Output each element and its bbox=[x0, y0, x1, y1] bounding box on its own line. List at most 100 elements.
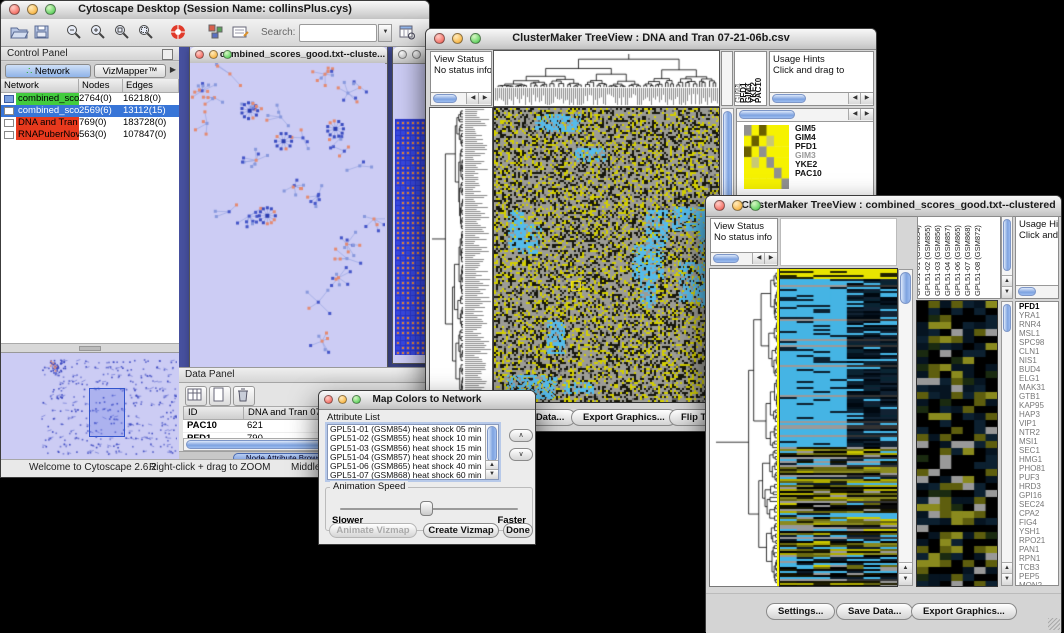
zoom-out-icon[interactable] bbox=[65, 23, 87, 43]
birdseye-view[interactable] bbox=[1, 352, 179, 463]
animate-vizmap-button[interactable]: Animate Vizmap bbox=[329, 523, 417, 538]
gene-label[interactable]: PEP5 bbox=[1016, 572, 1058, 581]
gene-label[interactable]: GPI16 bbox=[1016, 491, 1058, 500]
done-button[interactable]: Done bbox=[503, 523, 533, 538]
treeview2-genes-vscrollbar[interactable]: ▲ ▼ bbox=[1001, 301, 1013, 586]
close-button[interactable] bbox=[714, 200, 725, 211]
scroll-down-arrow[interactable]: ▼ bbox=[1002, 286, 1012, 298]
gene-label[interactable]: SPC98 bbox=[1016, 338, 1058, 347]
network-table-header[interactable]: Network Nodes Edges bbox=[1, 79, 179, 93]
scroll-right-arrow[interactable]: ▶ bbox=[478, 93, 491, 104]
minimize-button[interactable] bbox=[452, 33, 463, 44]
treeview-button[interactable]: Export Graphics... bbox=[911, 603, 1017, 620]
select-attributes-icon[interactable] bbox=[185, 386, 207, 406]
gene-label[interactable]: GTB1 bbox=[1016, 392, 1058, 401]
search-input[interactable] bbox=[299, 24, 377, 42]
scroll-right-arrow[interactable]: ▶ bbox=[860, 109, 873, 120]
scroll-thumb[interactable] bbox=[433, 94, 457, 103]
vizmapper-icon[interactable] bbox=[207, 23, 229, 43]
gene-label[interactable]: ELG1 bbox=[1016, 374, 1058, 383]
treeview2-heatmap-vscrollbar[interactable]: ▲ ▼ bbox=[898, 269, 913, 586]
scroll-down-arrow[interactable]: ▼ bbox=[899, 573, 912, 585]
move-down-button[interactable]: ∨ bbox=[509, 448, 533, 461]
zoom-button[interactable] bbox=[470, 33, 481, 44]
gene-label[interactable]: NTR2 bbox=[1016, 428, 1058, 437]
treeview2-collabel-vscrollbar[interactable]: ▲ ▼ bbox=[1001, 216, 1013, 299]
column-label[interactable]: GPL51-03 (GSM856) bbox=[933, 225, 942, 296]
gene-label[interactable]: HMG1 bbox=[1016, 455, 1058, 464]
hscrollbar[interactable]: ◀ ▶ bbox=[711, 252, 777, 265]
column-label[interactable]: GPL51-06 (GSM865) bbox=[953, 225, 962, 296]
zoom-selected-icon[interactable] bbox=[137, 23, 159, 43]
delete-attribute-icon[interactable] bbox=[233, 386, 255, 406]
gene-label[interactable]: RPO21 bbox=[1016, 536, 1058, 545]
gene-label[interactable]: PHO81 bbox=[1016, 464, 1058, 473]
column-label[interactable]: GPL51-02 (GSM855) bbox=[923, 225, 932, 296]
hscrollbar[interactable]: ◀ ▶ bbox=[770, 92, 873, 105]
treeview2-heatmap[interactable] bbox=[780, 269, 897, 586]
close-button[interactable] bbox=[9, 4, 20, 15]
gene-label[interactable]: YSH1 bbox=[1016, 527, 1058, 536]
birdseye-viewport-rect[interactable] bbox=[89, 388, 125, 437]
treeview1-submatrix-heatmap[interactable] bbox=[744, 125, 789, 189]
treeview1-titlebar[interactable]: ClusterMaker TreeView : DNA and Tran 07-… bbox=[426, 29, 876, 50]
save-session-icon[interactable] bbox=[33, 23, 55, 43]
gene-label[interactable]: SEC1 bbox=[1016, 446, 1058, 455]
scroll-down-arrow[interactable]: ▼ bbox=[486, 469, 498, 479]
scroll-thumb[interactable] bbox=[1003, 304, 1011, 332]
treeview1-column-dendrogram[interactable] bbox=[494, 51, 719, 106]
minimize-button[interactable] bbox=[338, 395, 347, 404]
scroll-thumb[interactable] bbox=[186, 440, 336, 449]
treeview-button[interactable]: Export Graphics... bbox=[571, 409, 677, 426]
scroll-thumb[interactable] bbox=[1003, 219, 1011, 271]
network-row[interactable]: combined_sco 2569(6) 13112(15) bbox=[1, 105, 179, 117]
network-row[interactable]: combined_scores 2764(0) 16218(0) bbox=[1, 93, 179, 105]
treeview1-top-scroll-track[interactable] bbox=[721, 51, 733, 106]
open-file-icon[interactable] bbox=[9, 23, 31, 43]
hscrollbar[interactable]: ◀ ▶ bbox=[737, 109, 873, 122]
scroll-thumb[interactable] bbox=[713, 254, 739, 263]
gene-label[interactable]: CPA2 bbox=[1016, 509, 1058, 518]
attribute-browser-icon[interactable] bbox=[398, 23, 420, 43]
search-dropdown-arrow[interactable]: ▼ bbox=[378, 24, 392, 42]
gene-label[interactable]: PAN1 bbox=[1016, 545, 1058, 554]
close-button[interactable] bbox=[398, 50, 407, 59]
minimize-button[interactable] bbox=[732, 200, 743, 211]
zoom-in-icon[interactable] bbox=[89, 23, 111, 43]
zoom-fit-icon[interactable] bbox=[113, 23, 135, 43]
gene-label[interactable]: MSL1 bbox=[1016, 329, 1058, 338]
tab-vizmapper[interactable]: VizMapper™ bbox=[94, 64, 166, 78]
scroll-right-arrow[interactable]: ▶ bbox=[860, 93, 873, 104]
zoom-button[interactable] bbox=[223, 50, 232, 59]
new-attribute-icon[interactable] bbox=[209, 386, 231, 406]
scroll-thumb[interactable] bbox=[1018, 287, 1036, 296]
scroll-right-arrow[interactable]: ▶ bbox=[764, 253, 777, 264]
network-view-titlebar[interactable]: combined_scores_good.txt--cluste... bbox=[190, 47, 387, 64]
minimize-button[interactable] bbox=[27, 4, 38, 15]
treeview2-selected-heatmap[interactable] bbox=[917, 301, 997, 586]
gene-label[interactable]: HRD3 bbox=[1016, 482, 1058, 491]
zoom-button[interactable] bbox=[352, 395, 361, 404]
gene-label[interactable]: SEC24 bbox=[1016, 500, 1058, 509]
zoom-button[interactable] bbox=[45, 4, 56, 15]
gene-label[interactable]: MSI1 bbox=[1016, 437, 1058, 446]
tab-network[interactable]: ∴ Network bbox=[5, 64, 91, 78]
gene-label[interactable]: RPN1 bbox=[1016, 554, 1058, 563]
treeview1-row-dendrogram[interactable] bbox=[430, 108, 492, 402]
move-up-button[interactable]: ∧ bbox=[509, 429, 533, 442]
tab-overflow-arrow[interactable]: ▶ bbox=[170, 65, 176, 74]
gene-label[interactable]: BUD4 bbox=[1016, 365, 1058, 374]
treeview2-row-dendrogram[interactable] bbox=[710, 269, 780, 586]
treeview2-titlebar[interactable]: ClusterMaker TreeView : combined_scores_… bbox=[706, 196, 1061, 217]
gene-label[interactable]: CLN1 bbox=[1016, 347, 1058, 356]
treeview1-heatmap[interactable] bbox=[494, 108, 719, 402]
gene-label[interactable]: VIP1 bbox=[1016, 419, 1058, 428]
gene-label[interactable]: FIG4 bbox=[1016, 518, 1058, 527]
minimize-button[interactable] bbox=[412, 50, 421, 59]
scroll-thumb[interactable] bbox=[739, 110, 795, 119]
gene-label[interactable]: HAP3 bbox=[1016, 410, 1058, 419]
gene-label[interactable]: TCB3 bbox=[1016, 563, 1058, 572]
zoom-button[interactable] bbox=[750, 200, 761, 211]
column-label[interactable]: GPL51-07 (GSM868) bbox=[963, 225, 972, 296]
column-label[interactable]: GPL51-08 (GSM872) bbox=[973, 225, 982, 296]
